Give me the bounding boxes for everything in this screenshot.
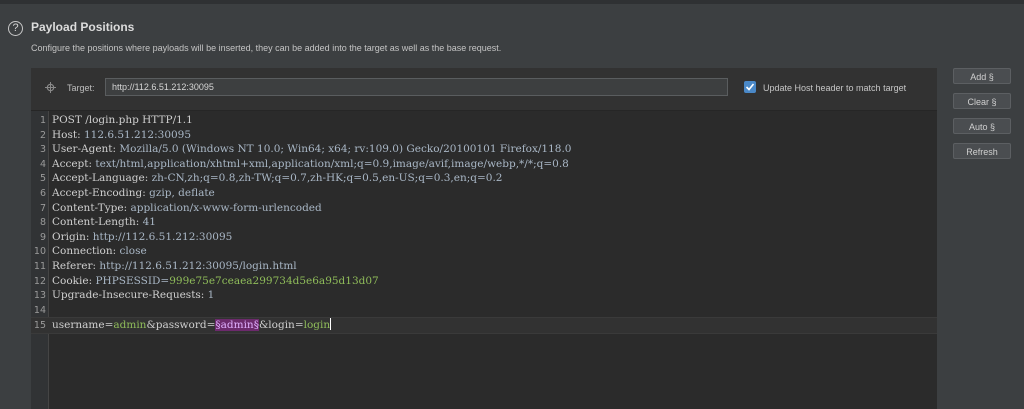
header-name: Host:: [52, 128, 81, 141]
header-name: POST /login.php HTTP/1.1: [52, 114, 193, 126]
header-value: zh-CN,zh;q=0.8,zh-TW;q=0.7,zh-HK;q=0.5,e…: [148, 172, 503, 185]
header-name: Accept:: [52, 157, 93, 170]
line-number: 1: [39, 115, 46, 126]
line-number: 11: [33, 261, 46, 272]
header-name: Origin:: [52, 230, 90, 243]
line-number: 3: [39, 144, 46, 156]
cookie-value: 999e75e7ceaea299734d5e6a95d13d07: [169, 274, 379, 287]
header-name: Upgrade-Insecure-Requests:: [52, 289, 205, 302]
request-line: 7 Content-Type: application/x-www-form-ur…: [31, 201, 937, 216]
header-name: Accept-Language:: [52, 172, 149, 185]
checkmark-icon: [745, 83, 755, 91]
request-line: 1 POST /login.php HTTP/1.1: [31, 113, 937, 128]
line-number: 9: [39, 231, 46, 243]
section-title: Payload Positions: [31, 20, 135, 34]
request-body-line: 15 username=admin&password=§admin§&login=…: [31, 317, 937, 334]
header-value: PHPSESSID=: [92, 274, 170, 287]
header-value: text/html,application/xhtml+xml,applicat…: [92, 157, 569, 170]
request-line: 14: [31, 303, 937, 318]
top-divider: [0, 0, 1024, 4]
line-number: 6: [39, 188, 46, 199]
header-value: 1: [204, 289, 215, 302]
header-name: User-Agent:: [52, 143, 117, 156]
header-value: close: [116, 245, 147, 258]
header-value: http://112.6.51.212:30095/login.html: [96, 260, 297, 272]
param-name: &password=: [146, 319, 216, 332]
param-value: login: [303, 319, 331, 332]
line-number: 4: [39, 158, 46, 170]
line-number: 14: [33, 304, 46, 316]
request-line: 8 Content-Length: 41: [31, 215, 937, 230]
add-marker-button[interactable]: Add §: [953, 68, 1011, 84]
line-number: 10: [33, 246, 46, 258]
request-line: 4 Accept: text/html,application/xhtml+xml…: [31, 157, 937, 172]
header-value: 41: [139, 216, 156, 229]
line-number: 2: [39, 129, 46, 141]
header-value: gzip, deflate: [145, 187, 215, 199]
request-line: 9 Origin: http://112.6.51.212:30095: [31, 230, 937, 245]
request-line: 10 Connection: close: [31, 244, 937, 259]
line-number: 13: [33, 290, 46, 302]
header-name: Content-Type:: [52, 201, 128, 214]
request-line: 5 Accept-Language: zh-CN,zh;q=0.8,zh-TW;q…: [31, 171, 937, 186]
param-name: &login=: [258, 319, 304, 332]
line-number: 7: [39, 202, 46, 214]
target-crosshair-icon: [45, 82, 56, 93]
target-label: Target:: [67, 83, 95, 93]
refresh-button[interactable]: Refresh: [953, 143, 1011, 159]
help-icon[interactable]: ?: [8, 21, 23, 36]
line-number: 12: [33, 275, 46, 287]
update-host-checkbox[interactable]: [744, 81, 756, 93]
header-name: Accept-Encoding:: [52, 187, 146, 199]
line-number: 15: [33, 320, 46, 332]
auto-markers-button[interactable]: Auto §: [953, 118, 1011, 134]
header-value: http://112.6.51.212:30095: [89, 230, 233, 243]
request-line: 13 Upgrade-Insecure-Requests: 1: [31, 288, 937, 303]
header-name: Content-Length:: [52, 216, 140, 229]
header-value: application/x-www-form-urlencoded: [127, 201, 322, 214]
text-caret: [330, 318, 332, 331]
section-description: Configure the positions where payloads w…: [31, 43, 502, 53]
param-value: admin: [113, 319, 147, 332]
line-number: 5: [39, 173, 46, 185]
header-name: Referer:: [52, 260, 97, 272]
header-name: Cookie:: [52, 274, 93, 287]
param-name: username=: [52, 319, 114, 332]
request-line: 2 Host: 112.6.51.212:30095: [31, 128, 937, 143]
header-name: Connection:: [52, 245, 117, 258]
line-number: 8: [39, 217, 46, 229]
request-line: 12 Cookie: PHPSESSID=999e75e7ceaea299734d…: [31, 274, 937, 289]
request-line: 11 Referer: http://112.6.51.212:30095/log…: [31, 259, 937, 274]
payload-position-marker[interactable]: §admin§: [215, 319, 259, 332]
header-value: 112.6.51.212:30095: [80, 128, 192, 141]
request-line: 3 User-Agent: Mozilla/5.0 (Windows NT 10.…: [31, 142, 937, 157]
target-url-input[interactable]: http://112.6.51.212:30095: [105, 78, 728, 96]
update-host-label[interactable]: Update Host header to match target: [763, 83, 906, 93]
request-line: 6 Accept-Encoding: gzip, deflate: [31, 186, 937, 201]
header-value: Mozilla/5.0 (Windows NT 10.0; Win64; x64…: [116, 143, 572, 156]
clear-markers-button[interactable]: Clear §: [953, 93, 1011, 109]
